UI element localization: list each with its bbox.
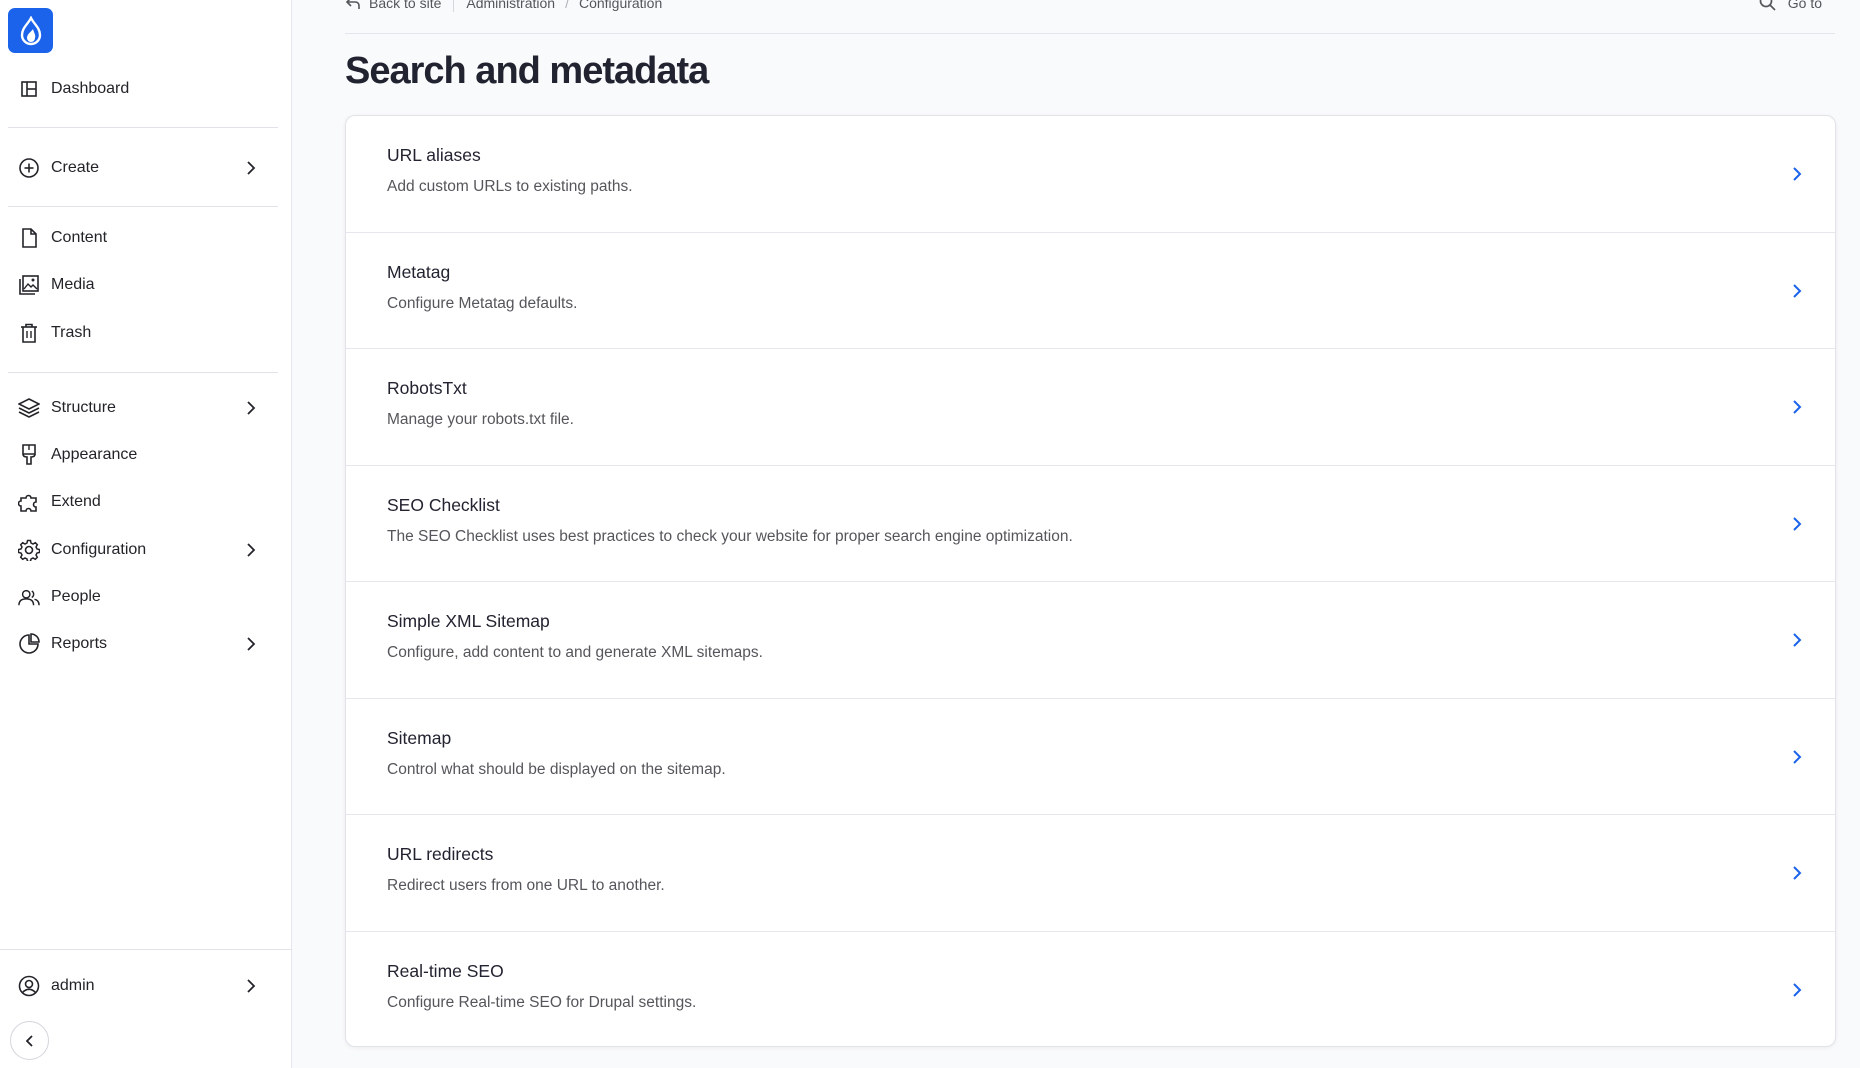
chevron-right-icon xyxy=(247,637,256,651)
document-icon xyxy=(18,227,40,249)
people-icon xyxy=(18,586,40,608)
list-item-url-redirects[interactable]: URL redirects Redirect users from one UR… xyxy=(346,815,1835,932)
chevron-right-icon xyxy=(247,543,256,557)
list-item-description: Control what should be displayed on the … xyxy=(387,760,726,778)
breadcrumb-link-configuration[interactable]: Configuration xyxy=(579,0,662,11)
list-item-simple-xml-sitemap[interactable]: Simple XML Sitemap Configure, add conten… xyxy=(346,582,1835,699)
list-item-title: URL aliases xyxy=(387,145,481,165)
list-item-description: Configure, add content to and generate X… xyxy=(387,644,763,661)
chevron-right-icon xyxy=(247,161,256,175)
puzzle-icon xyxy=(18,491,40,513)
user-name: admin xyxy=(51,977,95,994)
goto-label: Go to xyxy=(1787,0,1822,11)
sidebar-item-reports[interactable]: Reports xyxy=(8,624,278,664)
drop-icon xyxy=(20,15,41,45)
list-item-title: Sitemap xyxy=(387,727,452,748)
list-item-description: Redirect users from one URL to another. xyxy=(387,877,665,894)
sidebar-item-label: People xyxy=(51,588,101,605)
sidebar-divider xyxy=(8,206,278,207)
list-item-real-time-seo[interactable]: Real-time SEO Configure Real-time SEO fo… xyxy=(346,932,1835,1049)
layers-icon xyxy=(18,397,40,419)
admin-list: URL aliases Add custom URLs to existing … xyxy=(345,115,1836,1047)
chevron-right-icon xyxy=(1793,866,1802,880)
sidebar-item-create[interactable]: Create xyxy=(8,148,278,188)
sidebar-divider xyxy=(8,372,278,373)
sidebar-item-trash[interactable]: Trash xyxy=(8,313,278,353)
sidebar-item-content[interactable]: Content xyxy=(8,218,278,258)
breadcrumb-separator: / xyxy=(565,0,569,11)
list-item-description: Configure Metatag defaults. xyxy=(387,294,578,312)
list-item-sitemap[interactable]: Sitemap Control what should be displayed… xyxy=(346,699,1835,815)
goto-button[interactable]: Go to xyxy=(1759,0,1822,11)
breadcrumb-link-administration[interactable]: Administration xyxy=(466,0,555,11)
chevron-right-icon xyxy=(247,401,256,415)
chevron-right-icon xyxy=(1793,749,1802,764)
chevron-left-icon xyxy=(25,1034,33,1047)
list-item-title: Simple XML Sitemap xyxy=(387,611,550,631)
sidebar-item-label: Reports xyxy=(51,635,108,652)
sidebar-item-label: Extend xyxy=(51,493,101,510)
sidebar-item-extend[interactable]: Extend xyxy=(8,482,278,522)
sidebar-item-label: Configuration xyxy=(51,541,147,558)
user-menu[interactable]: admin xyxy=(8,966,278,1006)
main-content: Back to site Administration / Configurat… xyxy=(292,0,1860,1068)
list-item-title: SEO Checklist xyxy=(387,494,500,515)
user-circle-icon xyxy=(18,975,40,997)
drupal-logo[interactable] xyxy=(8,8,53,53)
list-item-title: RobotsTxt xyxy=(387,378,467,398)
list-item-description: Configure Real-time SEO for Drupal setti… xyxy=(387,993,697,1011)
sidebar-item-label: Media xyxy=(51,276,95,293)
sidebar: Dashboard Create Content Media Trash Str… xyxy=(0,0,292,1068)
search-icon xyxy=(1759,0,1776,11)
sidebar-item-configuration[interactable]: Configuration xyxy=(8,530,278,570)
sidebar-item-people[interactable]: People xyxy=(8,577,278,617)
plus-circle-icon xyxy=(18,157,40,179)
chevron-right-icon xyxy=(1793,167,1802,181)
chevron-right-icon xyxy=(247,979,256,993)
page-title: Search and metadata xyxy=(345,50,709,92)
sidebar-divider xyxy=(0,949,292,950)
list-item-title: Metatag xyxy=(387,261,451,282)
dashboard-icon xyxy=(18,78,40,100)
list-item-description: Manage your robots.txt file. xyxy=(387,411,574,428)
sidebar-item-label: Content xyxy=(51,229,108,246)
sidebar-divider xyxy=(8,127,278,128)
chevron-right-icon xyxy=(1793,400,1802,414)
gear-icon xyxy=(18,539,40,561)
breadcrumb: Back to site Administration / Configurat… xyxy=(345,0,662,12)
sidebar-item-structure[interactable]: Structure xyxy=(8,388,278,428)
sidebar-item-dashboard[interactable]: Dashboard xyxy=(8,69,278,109)
pie-chart-icon xyxy=(18,633,40,655)
list-item-title: Real-time SEO xyxy=(387,960,504,981)
sidebar-item-appearance[interactable]: Appearance xyxy=(8,435,278,475)
chevron-right-icon xyxy=(1793,283,1802,298)
back-to-site-link[interactable]: Back to site xyxy=(369,0,441,11)
chevron-right-icon xyxy=(1793,982,1802,997)
sidebar-item-label: Structure xyxy=(51,399,116,416)
trash-icon xyxy=(18,322,40,344)
list-item-description: Add custom URLs to existing paths. xyxy=(387,178,633,195)
sidebar-item-label: Create xyxy=(51,159,100,176)
brush-icon xyxy=(18,444,40,466)
list-item-metatag[interactable]: Metatag Configure Metatag defaults. xyxy=(346,233,1835,349)
collapse-sidebar-button[interactable] xyxy=(10,1021,49,1060)
sidebar-item-label: Appearance xyxy=(51,446,138,463)
sidebar-item-label: Trash xyxy=(51,324,92,341)
breadcrumb-divider xyxy=(453,0,455,12)
list-item-seo-checklist[interactable]: SEO Checklist The SEO Checklist uses bes… xyxy=(346,466,1835,582)
sidebar-item-media[interactable]: Media xyxy=(8,265,278,305)
list-item-title: URL redirects xyxy=(387,844,494,864)
image-icon xyxy=(18,274,40,296)
chevron-right-icon xyxy=(1793,633,1802,647)
back-arrow-icon xyxy=(345,0,360,9)
chevron-right-icon xyxy=(1793,516,1802,531)
list-item-url-aliases[interactable]: URL aliases Add custom URLs to existing … xyxy=(346,116,1835,233)
sidebar-item-label: Dashboard xyxy=(51,80,130,97)
list-item-description: The SEO Checklist uses best practices to… xyxy=(387,527,1073,545)
list-item-robotstxt[interactable]: RobotsTxt Manage your robots.txt file. xyxy=(346,349,1835,466)
